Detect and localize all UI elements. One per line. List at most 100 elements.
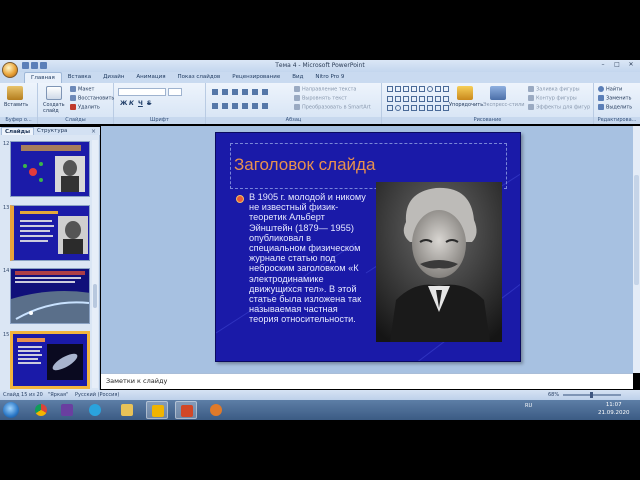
align-buttons[interactable] bbox=[212, 103, 272, 109]
shape-rect[interactable] bbox=[435, 86, 441, 92]
status-bar: Слайд 15 из 20 "Яркая" Русский (Россия) … bbox=[0, 390, 640, 400]
shape-rect[interactable] bbox=[419, 86, 425, 92]
tab-view[interactable]: Вид bbox=[286, 72, 309, 83]
shape-rect[interactable] bbox=[403, 95, 409, 102]
tab-home[interactable]: Главная bbox=[24, 72, 62, 83]
tab-animation[interactable]: Анимация bbox=[130, 72, 171, 83]
close-button[interactable]: ✕ bbox=[625, 61, 637, 69]
shape-rect[interactable] bbox=[411, 95, 417, 102]
find-button[interactable]: Найти bbox=[598, 86, 622, 93]
slide-body-text[interactable]: В 1905 г. молодой и никому не известный … bbox=[249, 192, 367, 325]
select-button[interactable]: Выделить bbox=[598, 104, 632, 111]
delete-button[interactable]: Удалить bbox=[70, 104, 100, 111]
shape-rect[interactable] bbox=[435, 95, 441, 102]
smartart-button[interactable]: Преобразовать в SmartArt bbox=[294, 104, 371, 111]
shape-rect[interactable] bbox=[419, 105, 425, 112]
shape-triangle[interactable] bbox=[387, 95, 393, 102]
shape-rect[interactable] bbox=[395, 86, 401, 92]
taskbar-telegram[interactable] bbox=[84, 401, 106, 419]
start-button[interactable] bbox=[3, 402, 19, 418]
taskbar-explorer[interactable] bbox=[116, 401, 138, 419]
strikethrough-button[interactable]: S bbox=[147, 100, 151, 107]
shape-outline-button[interactable]: Контур фигуры bbox=[528, 95, 577, 102]
quick-styles-button[interactable]: Экспресс-стили bbox=[483, 102, 524, 108]
zoom-level[interactable]: 68% bbox=[548, 392, 559, 398]
shape-rect[interactable] bbox=[403, 105, 409, 112]
taskbar-save[interactable] bbox=[56, 401, 78, 419]
shapes-gallery[interactable] bbox=[387, 86, 449, 114]
taskbar-chrome[interactable] bbox=[30, 401, 52, 419]
taskbar-recorder[interactable] bbox=[205, 401, 227, 419]
pane-scroll-thumb[interactable] bbox=[93, 284, 97, 308]
shape-line[interactable] bbox=[403, 86, 409, 92]
new-slide-button[interactable]: Создать слайд bbox=[43, 102, 71, 114]
pane-scrollbar[interactable] bbox=[92, 140, 98, 388]
reset-button[interactable]: Восстановить bbox=[70, 95, 114, 102]
shape-star[interactable] bbox=[435, 105, 441, 112]
quick-styles-icon[interactable] bbox=[490, 86, 506, 100]
bold-button[interactable]: Ж bbox=[120, 100, 127, 107]
font-size-select[interactable] bbox=[168, 88, 182, 96]
taskbar-powerpoint[interactable] bbox=[175, 401, 197, 419]
slide-thumbnail[interactable] bbox=[10, 141, 90, 197]
shape-arrow[interactable] bbox=[419, 95, 425, 102]
layout-button[interactable]: Макет bbox=[70, 86, 94, 93]
slide-title[interactable]: Заголовок слайда bbox=[234, 155, 375, 175]
shape-effects-label: Эффекты для фигур bbox=[536, 104, 591, 111]
editor-scroll-thumb[interactable] bbox=[634, 175, 639, 285]
notes-placeholder[interactable]: Заметки к слайду bbox=[106, 377, 167, 385]
tab-design[interactable]: Дизайн bbox=[97, 72, 130, 83]
clock[interactable]: 11:07 21.09.2020 bbox=[598, 401, 630, 417]
tab-slides[interactable]: Слайды bbox=[1, 127, 35, 135]
tab-review[interactable]: Рецензирование bbox=[226, 72, 286, 83]
font-name-select[interactable] bbox=[118, 88, 166, 96]
shape-rect[interactable] bbox=[443, 95, 449, 102]
arrange-icon[interactable] bbox=[457, 86, 473, 100]
tab-outline[interactable]: Структура bbox=[34, 127, 70, 135]
replace-button[interactable]: Заменить bbox=[598, 95, 632, 102]
pane-close-icon[interactable]: × bbox=[91, 128, 96, 135]
shape-rect[interactable] bbox=[443, 86, 449, 92]
minimize-button[interactable]: – bbox=[597, 61, 609, 69]
shape-fill-button[interactable]: Заливка фигуры bbox=[528, 86, 580, 93]
slide-thumbnail-selected[interactable] bbox=[10, 331, 90, 389]
zoom-slider-knob[interactable] bbox=[590, 392, 593, 398]
notes-pane[interactable] bbox=[101, 373, 633, 389]
italic-button[interactable]: К bbox=[129, 100, 134, 107]
find-label: Найти bbox=[606, 86, 623, 93]
slide-thumbnail[interactable] bbox=[10, 268, 90, 324]
new-slide-icon[interactable] bbox=[46, 86, 62, 100]
shape-rect[interactable] bbox=[427, 105, 433, 112]
shape-rect[interactable] bbox=[387, 105, 393, 112]
underline-button[interactable]: Ч bbox=[138, 100, 143, 107]
shape-outline-label: Контур фигуры bbox=[536, 95, 577, 102]
shape-rect[interactable] bbox=[411, 105, 417, 112]
slide-thumbnail[interactable] bbox=[10, 205, 90, 261]
shape-rect[interactable] bbox=[387, 86, 393, 92]
taskbar-alert[interactable] bbox=[146, 401, 168, 419]
shape-effects-button[interactable]: Эффекты для фигур bbox=[528, 104, 590, 111]
smartart-label: Преобразовать в SmartArt bbox=[302, 104, 371, 111]
shape-rect[interactable] bbox=[395, 95, 401, 102]
arrange-button[interactable]: Упорядочить bbox=[449, 102, 483, 108]
language-indicator[interactable]: Русский (Россия) bbox=[75, 392, 119, 398]
window-title: Тема 4 - Microsoft PowerPoint bbox=[275, 62, 365, 69]
tab-slideshow[interactable]: Показ слайдов bbox=[172, 72, 227, 83]
shape-line[interactable] bbox=[411, 86, 417, 92]
shape-oval[interactable] bbox=[427, 86, 433, 92]
shape-arrow[interactable] bbox=[427, 95, 433, 102]
window-controls: – □ ✕ bbox=[597, 61, 637, 69]
tray-language[interactable]: RU bbox=[525, 403, 532, 409]
chrome-icon bbox=[35, 404, 47, 416]
paste-button[interactable]: Вставить bbox=[4, 102, 28, 108]
maximize-button[interactable]: □ bbox=[611, 61, 623, 69]
text-direction-button[interactable]: Направление текста bbox=[294, 86, 356, 93]
shape-oval[interactable] bbox=[395, 105, 401, 112]
paste-icon[interactable] bbox=[7, 86, 23, 100]
office-button[interactable] bbox=[2, 62, 18, 78]
align-text-button[interactable]: Выровнять текст bbox=[294, 95, 347, 102]
tab-nitro[interactable]: Nitro Pro 9 bbox=[309, 72, 350, 83]
einstein-photo[interactable] bbox=[376, 182, 502, 342]
tab-insert[interactable]: Вставка bbox=[62, 72, 97, 83]
list-buttons[interactable] bbox=[212, 89, 272, 95]
